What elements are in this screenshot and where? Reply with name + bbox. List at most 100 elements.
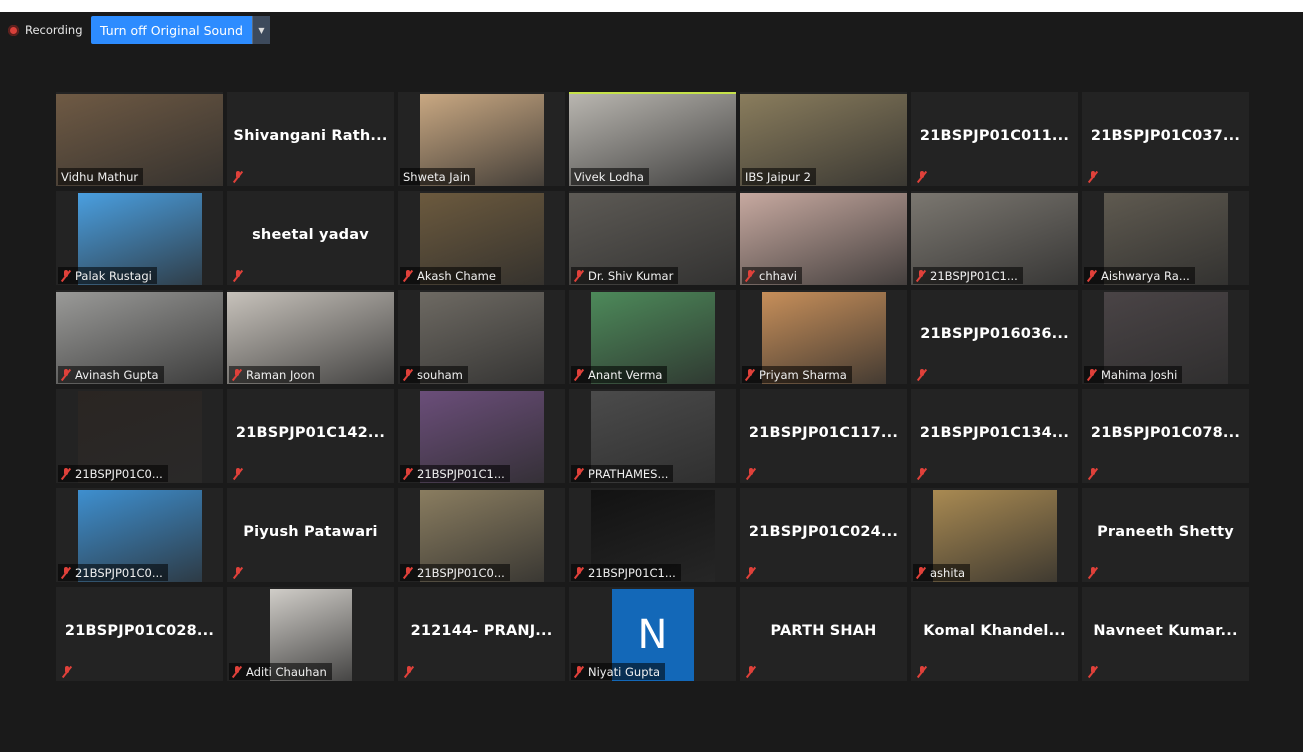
participant-tile[interactable]: Aditi Chauhan [227, 587, 394, 681]
participant-name: 21BSPJP016036... [920, 326, 1069, 342]
mic-muted-icon [916, 566, 926, 579]
participant-tile[interactable]: 21BSPJP01C0... [56, 488, 223, 582]
participant-tile[interactable]: Vivek Lodha [569, 92, 736, 186]
caret-down-icon[interactable]: ▼ [251, 16, 270, 44]
participant-label-text: Vivek Lodha [574, 169, 644, 184]
turn-off-original-sound-button[interactable]: Turn off Original Sound [91, 16, 252, 44]
participant-tile[interactable]: chhavi [740, 191, 907, 285]
original-sound-control: Turn off Original Sound ▼ [91, 16, 270, 44]
mic-muted-icon [745, 269, 755, 282]
recording-label: Recording [25, 23, 83, 37]
participant-label-text: Priyam Sharma [759, 367, 847, 382]
participant-tile[interactable]: 21BSPJP01C0... [398, 488, 565, 582]
participant-label-text: Palak Rustagi [75, 268, 152, 283]
participant-tile[interactable]: Aishwarya Ra... [1082, 191, 1249, 285]
participant-tile[interactable]: 21BSPJP01C1... [398, 389, 565, 483]
participant-tile[interactable]: Akash Chame [398, 191, 565, 285]
participant-name-label: PRATHAMES... [571, 465, 674, 482]
participant-tile[interactable]: Shweta Jain [398, 92, 565, 186]
participant-name: 21BSPJP01C078... [1090, 425, 1241, 441]
participant-name-label: Avinash Gupta [58, 366, 164, 383]
participant-label-text: ashita [930, 565, 966, 580]
participant-name: 21BSPJP01C037... [1090, 128, 1241, 144]
participant-tile[interactable]: 21BSPJP01C117... [740, 389, 907, 483]
mic-muted-icon [745, 368, 755, 381]
participant-tile[interactable]: 21BSPJP01C078... [1082, 389, 1249, 483]
participant-tile[interactable]: Vidhu Mathur [56, 92, 223, 186]
mic-muted-icon [61, 368, 71, 381]
participant-name-label: chhavi [742, 267, 802, 284]
mic-muted-icon [1088, 566, 1098, 579]
participant-tile[interactable]: 21BSPJP01C134... [911, 389, 1078, 483]
participant-tile[interactable]: Praneeth Shetty [1082, 488, 1249, 582]
mic-muted-icon [61, 566, 71, 579]
mic-muted-icon [61, 269, 71, 282]
participant-tile[interactable]: Piyush Patawari [227, 488, 394, 582]
participant-tile[interactable]: ashita [911, 488, 1078, 582]
mic-muted-icon [917, 665, 927, 678]
participant-tile[interactable]: 21BSPJP01C0... [56, 389, 223, 483]
participant-tile[interactable]: Mahima Joshi [1082, 290, 1249, 384]
participant-name-label: Niyati Gupta [571, 663, 666, 680]
participant-tile[interactable]: Avinash Gupta [56, 290, 223, 384]
mic-muted-icon [1088, 467, 1098, 480]
participant-name: Shivangani Rath... [233, 128, 388, 144]
participant-tile[interactable]: 21BSPJP01C037... [1082, 92, 1249, 186]
participant-tile[interactable]: PARTH SHAH [740, 587, 907, 681]
participant-tile[interactable]: N Niyati Gupta [569, 587, 736, 681]
mic-muted-icon [1087, 269, 1097, 282]
participant-tile[interactable]: 21BSPJP01C028... [56, 587, 223, 681]
participant-name: 21BSPJP01C024... [748, 524, 899, 540]
participant-name: Navneet Kumar... [1093, 623, 1238, 639]
participant-label-text: Avinash Gupta [75, 367, 159, 382]
mic-muted-icon [746, 467, 756, 480]
participant-name-label: Priyam Sharma [742, 366, 852, 383]
mic-muted-icon [917, 368, 927, 381]
participant-label-text: souham [417, 367, 463, 382]
participant-tile[interactable]: Dr. Shiv Kumar [569, 191, 736, 285]
participant-tile[interactable]: Priyam Sharma [740, 290, 907, 384]
participant-name: Komal Khandel... [923, 623, 1066, 639]
participant-name-label: Aditi Chauhan [229, 663, 332, 680]
mic-muted-icon [232, 665, 242, 678]
mic-muted-icon [233, 269, 243, 282]
participant-name-label: IBS Jaipur 2 [742, 168, 816, 185]
mic-muted-icon [916, 269, 926, 282]
participant-tile[interactable]: 21BSPJP01C011... [911, 92, 1078, 186]
participant-tile[interactable]: 21BSPJP01C024... [740, 488, 907, 582]
participant-tile[interactable]: sheetal yadav [227, 191, 394, 285]
mic-muted-icon [574, 467, 584, 480]
participant-tile[interactable]: 212144- PRANJ... [398, 587, 565, 681]
participant-tile[interactable]: 21BSPJP01C1... [569, 488, 736, 582]
participant-tile[interactable]: 21BSPJP01C1... [911, 191, 1078, 285]
participant-gallery: Vidhu Mathur Shivangani Rath... Shweta Jai… [56, 92, 1249, 682]
participant-tile[interactable]: Anant Verma [569, 290, 736, 384]
participant-tile[interactable]: Raman Joon [227, 290, 394, 384]
participant-tile[interactable]: Komal Khandel... [911, 587, 1078, 681]
participant-name: 21BSPJP01C028... [64, 623, 215, 639]
mic-muted-icon [574, 269, 584, 282]
participant-tile[interactable]: PRATHAMES... [569, 389, 736, 483]
mic-muted-icon [1087, 368, 1097, 381]
window-top-strip [0, 0, 1303, 12]
participant-label-text: Dr. Shiv Kumar [588, 268, 674, 283]
mic-muted-icon [917, 467, 927, 480]
participant-name-label: Akash Chame [400, 267, 501, 284]
mic-muted-icon [404, 665, 414, 678]
mic-muted-icon [746, 665, 756, 678]
participant-label-text: Shweta Jain [403, 169, 471, 184]
participant-tile[interactable]: Shivangani Rath... [227, 92, 394, 186]
participant-tile[interactable]: Navneet Kumar... [1082, 587, 1249, 681]
participant-name-label: Dr. Shiv Kumar [571, 267, 679, 284]
participant-tile[interactable]: 21BSPJP016036... [911, 290, 1078, 384]
participant-tile[interactable]: souham [398, 290, 565, 384]
participant-label-text: Aishwarya Ra... [1101, 268, 1190, 283]
participant-name-label: Mahima Joshi [1084, 366, 1183, 383]
mic-muted-icon [233, 467, 243, 480]
participant-tile[interactable]: Palak Rustagi [56, 191, 223, 285]
participant-tile[interactable]: 21BSPJP01C142... [227, 389, 394, 483]
mic-muted-icon [574, 665, 584, 678]
participant-label-text: Akash Chame [417, 268, 496, 283]
participant-tile[interactable]: IBS Jaipur 2 [740, 92, 907, 186]
recording-indicator[interactable]: Recording [8, 22, 83, 38]
